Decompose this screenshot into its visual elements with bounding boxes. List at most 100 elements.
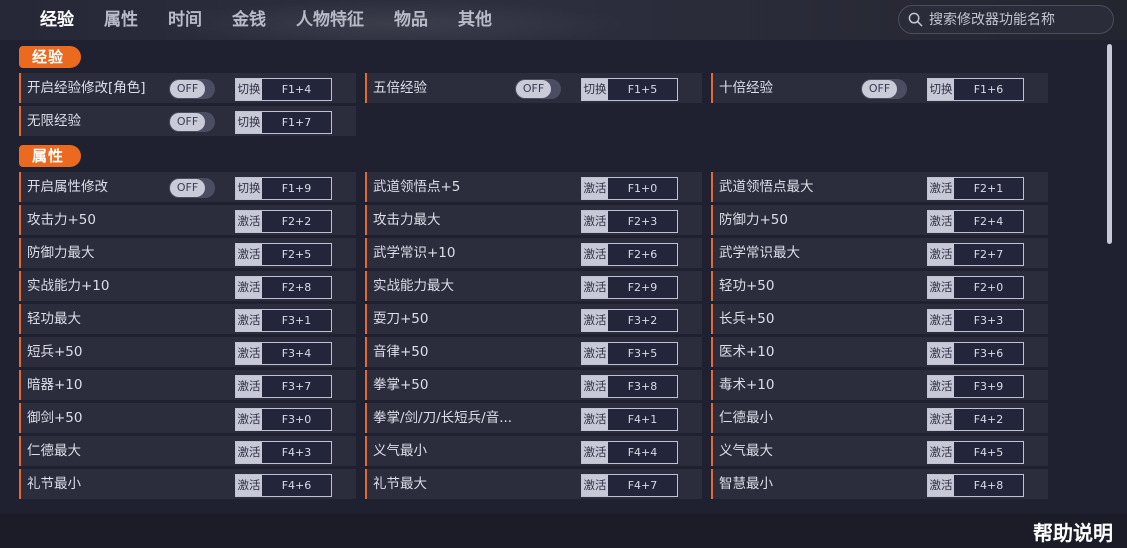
hotkey-button[interactable]: 激活 F4+4 [581,441,678,464]
hotkey-button[interactable]: 激活 F3+9 [927,375,1024,398]
cheat-name: 拳掌/剑/刀/长短兵/音... [373,410,513,426]
hotkey-button[interactable]: 激活 F2+2 [235,210,332,233]
hotkey-button[interactable]: 切换 F1+6 [927,78,1024,101]
hotkey-key-label: F2+2 [281,215,312,228]
cheat-row: 医术+10 激活 F3+6 [711,337,1048,367]
hotkey-action-label: 激活 [928,310,954,331]
cheat-row: 武道领悟点+5 激活 F1+0 [365,172,702,202]
hotkey-key-label: F1+0 [627,182,658,195]
cheat-row: 十倍经验 OFF 切换 F1+6 [711,73,1048,103]
tab-other[interactable]: 其他 [458,8,492,32]
hotkey-action-label: 激活 [928,211,954,232]
cheat-name: 轻功最大 [27,311,81,327]
hotkey-key-label: F2+7 [973,248,1004,261]
cheat-row: 防御力+50 激活 F2+4 [711,205,1048,235]
toggle-switch[interactable]: OFF [169,112,215,132]
hotkey-key-label: F1+9 [281,182,312,195]
hotkey-button[interactable]: 切换 F1+4 [235,78,332,101]
hotkey-key-label: F4+1 [627,413,658,426]
footer: 帮助说明 [0,514,1127,548]
hotkey-key-label: F4+3 [281,446,312,459]
cheat-name: 御剑+50 [27,410,83,426]
cheat-row: 实战能力最大 激活 F2+9 [365,271,702,301]
section-label: 属性 [19,145,81,167]
search-box[interactable] [898,5,1114,34]
search-input[interactable] [929,11,1109,28]
hotkey-button[interactable]: 激活 F2+6 [581,243,678,266]
hotkey-button[interactable]: 激活 F3+0 [235,408,332,431]
hotkey-button[interactable]: 激活 F3+6 [927,342,1024,365]
toggle-switch[interactable]: OFF [169,79,215,99]
toggle-switch[interactable]: OFF [861,79,907,99]
hotkey-action-label: 激活 [582,310,608,331]
hotkey-button[interactable]: 切换 F1+9 [235,177,332,200]
cheat-name: 义气最小 [373,443,427,459]
toggle-switch[interactable]: OFF [169,178,215,198]
hotkey-key-label: F3+0 [281,413,312,426]
cheat-row: 拳掌/剑/刀/长短兵/音... 激活 F4+1 [365,403,702,433]
hotkey-button[interactable]: 激活 F4+6 [235,474,332,497]
hotkey-key-label: F4+6 [281,479,312,492]
tab-attributes[interactable]: 属性 [104,8,138,32]
hotkey-key-label: F3+8 [627,380,658,393]
hotkey-button[interactable]: 激活 F1+0 [581,177,678,200]
hotkey-button[interactable]: 激活 F4+1 [581,408,678,431]
hotkey-button[interactable]: 激活 F4+3 [235,441,332,464]
cheat-row: 暗器+10 激活 F3+7 [19,370,356,400]
hotkey-button[interactable]: 激活 F2+3 [581,210,678,233]
hotkey-button[interactable]: 激活 F2+8 [235,276,332,299]
tab-character-traits[interactable]: 人物特征 [296,8,364,32]
hotkey-button[interactable]: 激活 F3+4 [235,342,332,365]
cheat-row: 武道领悟点最大 激活 F2+1 [711,172,1048,202]
hotkey-button[interactable]: 激活 F3+3 [927,309,1024,332]
hotkey-button[interactable]: 激活 F4+2 [927,408,1024,431]
cheat-name: 开启经验修改[角色] [27,80,146,96]
hotkey-button[interactable]: 激活 F3+2 [581,309,678,332]
cheat-row: 耍刀+50 激活 F3+2 [365,304,702,334]
scrollbar[interactable] [1105,40,1114,512]
cheat-name: 防御力最大 [27,245,95,261]
hotkey-button[interactable]: 激活 F3+5 [581,342,678,365]
hotkey-button[interactable]: 激活 F4+5 [927,441,1024,464]
hotkey-button[interactable]: 激活 F2+7 [927,243,1024,266]
hotkey-action-label: 激活 [582,211,608,232]
cheat-row: 无限经验 OFF 切换 F1+7 [19,106,356,136]
hotkey-button[interactable]: 激活 F4+7 [581,474,678,497]
cheat-row: 攻击力最大 激活 F2+3 [365,205,702,235]
cheat-row: 礼节最大 激活 F4+7 [365,469,702,499]
hotkey-action-label: 激活 [582,277,608,298]
help-button[interactable]: 帮助说明 [1033,517,1113,546]
tab-time[interactable]: 时间 [168,8,202,32]
cheat-row: 防御力最大 激活 F2+5 [19,238,356,268]
hotkey-button[interactable]: 激活 F2+5 [235,243,332,266]
hotkey-button[interactable]: 激活 F3+1 [235,309,332,332]
hotkey-button[interactable]: 切换 F1+7 [235,111,332,134]
hotkey-button[interactable]: 激活 F2+0 [927,276,1024,299]
hotkey-key-label: F3+7 [281,380,312,393]
cheat-row: 轻功最大 激活 F3+1 [19,304,356,334]
hotkey-action-label: 激活 [928,409,954,430]
tab-money[interactable]: 金钱 [232,8,266,32]
hotkey-button[interactable]: 激活 F2+9 [581,276,678,299]
hotkey-action-label: 激活 [928,475,954,496]
hotkey-button[interactable]: 激活 F3+7 [235,375,332,398]
hotkey-key-label: F2+4 [973,215,1004,228]
hotkey-key-label: F2+6 [627,248,658,261]
toggle-switch[interactable]: OFF [515,79,561,99]
hotkey-key-label: F2+1 [973,182,1004,195]
hotkey-action-label: 激活 [928,178,954,199]
cheat-row: 长兵+50 激活 F3+3 [711,304,1048,334]
tab-experience[interactable]: 经验 [40,8,74,32]
toggle-state-label: OFF [170,113,205,131]
cheat-name: 礼节最小 [27,476,81,492]
cheat-row: 武学常识最大 激活 F2+7 [711,238,1048,268]
hotkey-action-label: 激活 [582,343,608,364]
scrollbar-thumb[interactable] [1107,44,1112,244]
hotkey-button[interactable]: 切换 F1+5 [581,78,678,101]
hotkey-button[interactable]: 激活 F2+1 [927,177,1024,200]
hotkey-button[interactable]: 激活 F3+8 [581,375,678,398]
hotkey-key-label: F1+5 [627,83,658,96]
hotkey-button[interactable]: 激活 F2+4 [927,210,1024,233]
hotkey-button[interactable]: 激活 F4+8 [927,474,1024,497]
tab-items[interactable]: 物品 [394,8,428,32]
